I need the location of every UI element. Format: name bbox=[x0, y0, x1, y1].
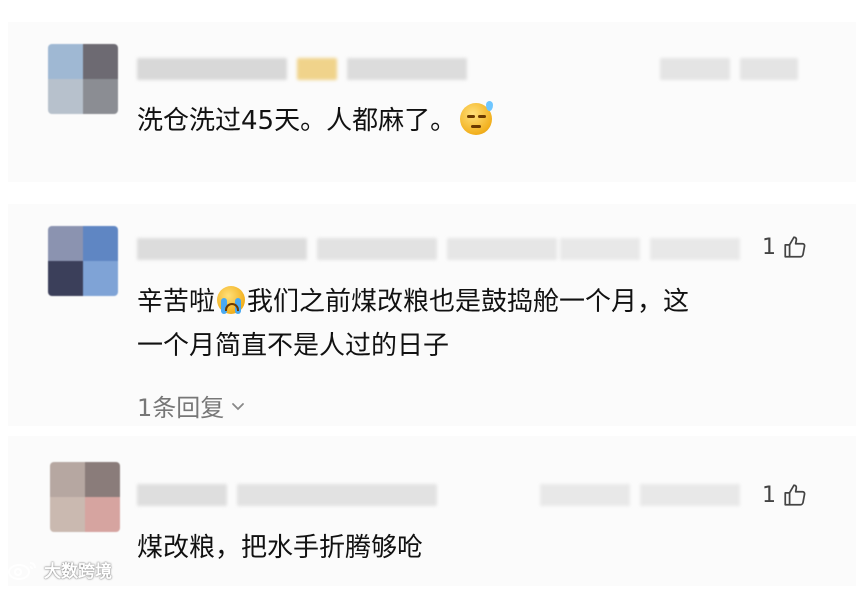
weibo-watermark-icon bbox=[8, 561, 36, 580]
comment-text-2-suffix: 我们之前煤改粮也是鼓捣舱一个月，这 bbox=[247, 287, 690, 317]
comment-text-1-body: 洗仓洗过45天。人都麻了。 bbox=[137, 106, 457, 136]
comment-text-1: 洗仓洗过45天。人都麻了。 bbox=[137, 99, 494, 143]
comment-text-2-prefix: 辛苦啦 bbox=[137, 287, 216, 317]
avatar-3[interactable] bbox=[50, 462, 120, 532]
comment-text-2-line2: 一个月简直不是人过的日子 bbox=[137, 331, 450, 361]
avatar-1[interactable] bbox=[48, 44, 118, 114]
timestamp-3-blurred bbox=[540, 478, 740, 512]
avatar-2[interactable] bbox=[48, 226, 118, 296]
comment-text-3: 煤改粮，把水手折腾够呛 bbox=[137, 533, 424, 563]
timestamp-1-blurred bbox=[660, 52, 798, 86]
thumbs-up-icon bbox=[784, 484, 806, 506]
like-button-2[interactable]: 1 bbox=[762, 234, 808, 260]
like-count-3: 1 bbox=[762, 482, 776, 508]
username-3-blurred[interactable] bbox=[137, 478, 437, 512]
watermark-text: 大数跨境 bbox=[44, 562, 112, 582]
watermark: 大数跨境 bbox=[6, 557, 112, 582]
username-1-blurred[interactable] bbox=[137, 52, 467, 86]
crying-emoji-icon bbox=[217, 286, 246, 314]
chevron-down-icon bbox=[232, 402, 245, 410]
timestamp-2-blurred bbox=[560, 232, 740, 266]
thumbs-up-icon bbox=[784, 236, 806, 258]
comment-text-2-line1: 辛苦啦 我们之前煤改粮也是鼓捣舱一个月，这 bbox=[137, 280, 689, 324]
sweat-smile-emoji-icon bbox=[460, 101, 494, 135]
like-count-2: 1 bbox=[762, 234, 776, 260]
username-2-blurred[interactable] bbox=[137, 232, 557, 266]
replies-label: 1条回复 bbox=[137, 394, 225, 422]
like-button-3[interactable]: 1 bbox=[762, 482, 808, 508]
view-replies-link[interactable]: 1条回复 bbox=[137, 388, 246, 423]
